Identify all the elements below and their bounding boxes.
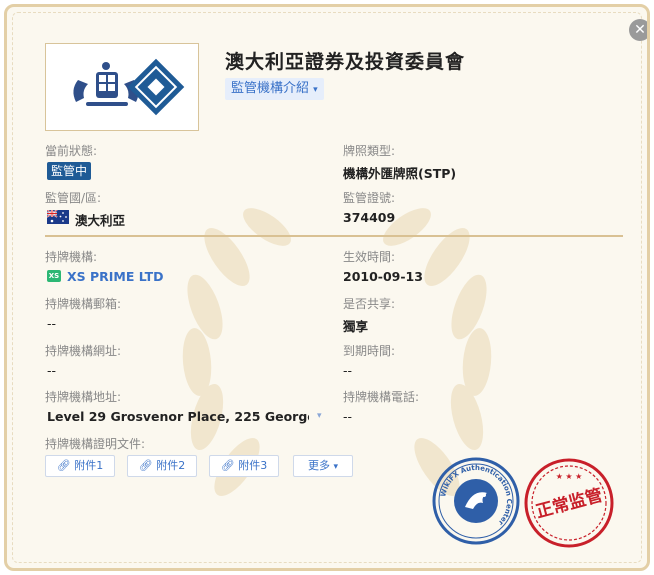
holder-phone-value: -- bbox=[343, 409, 353, 424]
holder-email-label: 持牌機構郵箱: bbox=[45, 297, 122, 311]
holder-address-value: Level 29 Grosvenor Place, 225 George Str… bbox=[47, 409, 309, 424]
svg-text:★ ★ ★: ★ ★ ★ bbox=[556, 472, 583, 481]
normal-regulation-stamp-icon: 正常监管 ★ ★ ★ bbox=[524, 458, 614, 548]
address-expand-chevron-icon[interactable]: ▾ bbox=[317, 411, 322, 421]
license-type-value: 機構外匯牌照(STP) bbox=[343, 166, 457, 181]
link-icon: 🔗︎ bbox=[56, 459, 71, 472]
section-divider bbox=[45, 235, 623, 237]
chevron-down-icon: ▾ bbox=[333, 462, 339, 472]
effective-date-label: 生效時間: bbox=[343, 250, 396, 264]
attachment-label: 附件3 bbox=[238, 459, 268, 472]
more-attachments-button[interactable]: 更多 ▾ bbox=[293, 455, 353, 477]
authentication-center-seal-icon: WikiFX Authentication Center bbox=[432, 457, 520, 545]
expiry-date-label: 到期時間: bbox=[343, 344, 396, 358]
license-number-value: 374409 bbox=[343, 210, 396, 225]
chevron-down-icon: ▾ bbox=[313, 85, 318, 95]
australia-flag-icon bbox=[47, 210, 69, 224]
link-icon: 🔗︎ bbox=[220, 459, 235, 472]
holder-phone-label: 持牌機構電話: bbox=[343, 390, 420, 404]
holder-email-value: -- bbox=[47, 316, 57, 331]
shared-value: 獨享 bbox=[343, 319, 369, 334]
attachment-2-button[interactable]: 🔗︎ 附件2 bbox=[127, 455, 197, 477]
xs-prime-logo-icon: XS bbox=[47, 270, 61, 282]
regulator-title: 澳大利亞證券及投資委員會 bbox=[225, 51, 466, 73]
attachment-label: 附件2 bbox=[156, 459, 186, 472]
license-card: ✕ 澳大利亞證券及投資委員會 監管機構介紹 ▾ 當前狀態: 監管中 牌照類型: … bbox=[4, 4, 650, 571]
license-type-label: 牌照類型: bbox=[343, 144, 396, 158]
regulator-logo bbox=[45, 43, 199, 131]
effective-date-value: 2010-09-13 bbox=[343, 269, 423, 284]
region-label: 監管國/區: bbox=[45, 191, 102, 205]
expiry-date-value: -- bbox=[343, 363, 353, 378]
holder-docs-label: 持牌機構證明文件: bbox=[45, 437, 146, 451]
attachment-1-button[interactable]: 🔗︎ 附件1 bbox=[45, 455, 115, 477]
link-icon: 🔗︎ bbox=[138, 459, 153, 472]
asic-logo-icon bbox=[73, 58, 185, 116]
attachment-3-button[interactable]: 🔗︎ 附件3 bbox=[209, 455, 279, 477]
more-label: 更多 bbox=[307, 459, 330, 472]
region-value: 澳大利亞 bbox=[75, 213, 126, 228]
holder-website-label: 持牌機構網址: bbox=[45, 344, 122, 358]
holder-address-label: 持牌機構地址: bbox=[45, 390, 122, 404]
shared-label: 是否共享: bbox=[343, 297, 396, 311]
close-button[interactable]: ✕ bbox=[629, 19, 647, 41]
close-icon: ✕ bbox=[634, 22, 646, 38]
seal-red-text: 正常监管 bbox=[534, 485, 605, 523]
license-number-label: 監管證號: bbox=[343, 191, 396, 205]
holder-label: 持牌機構: bbox=[45, 250, 98, 264]
attachment-label: 附件1 bbox=[74, 459, 104, 472]
regulator-intro-button[interactable]: 監管機構介紹 ▾ bbox=[225, 78, 324, 100]
regulator-intro-label: 監管機構介紹 bbox=[231, 81, 310, 96]
status-badge: 監管中 bbox=[47, 162, 92, 180]
status-label: 當前狀態: bbox=[45, 144, 98, 158]
holder-website-value: -- bbox=[47, 363, 57, 378]
holder-name-link[interactable]: XS PRIME LTD bbox=[67, 269, 164, 284]
